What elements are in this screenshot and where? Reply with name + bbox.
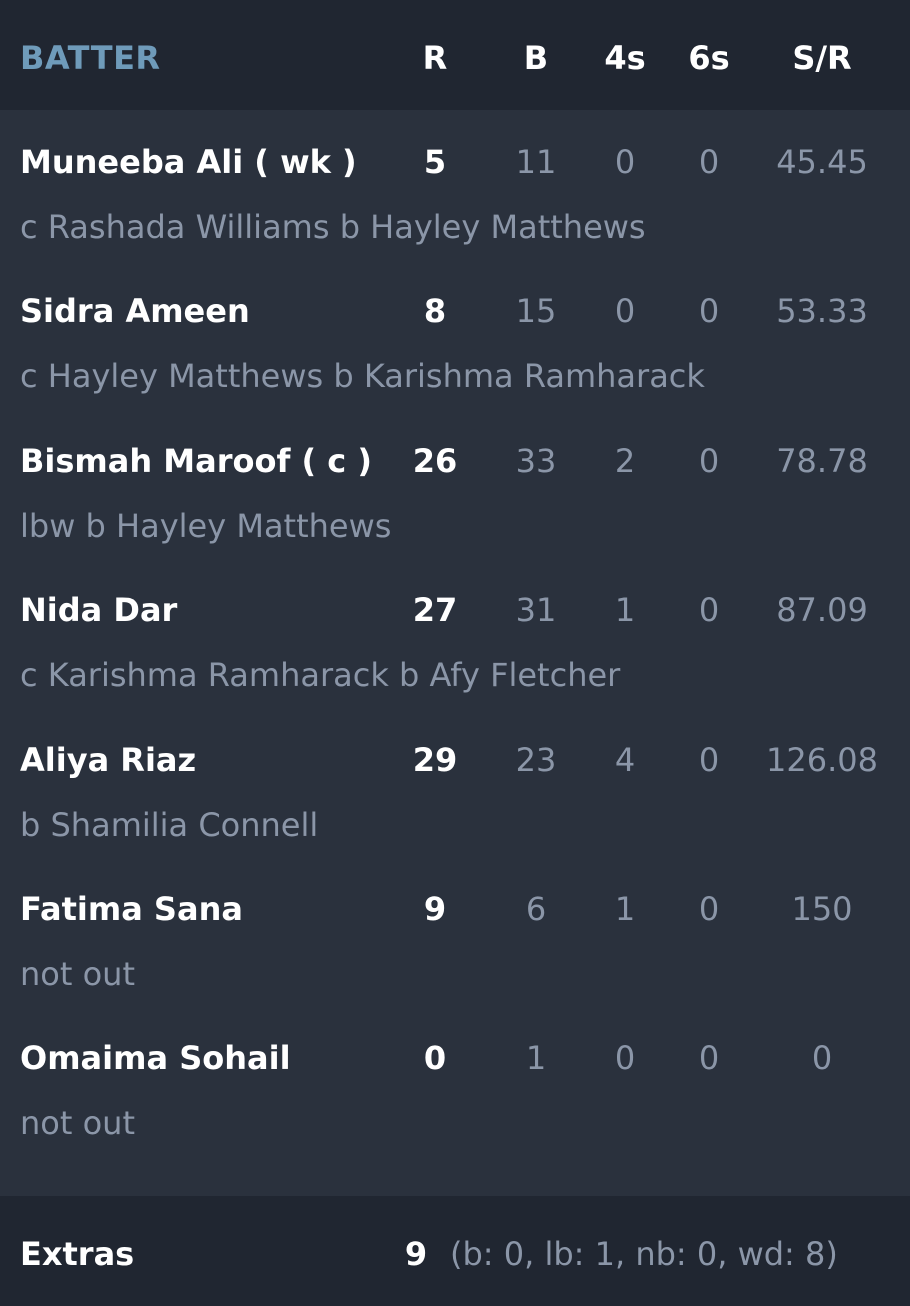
header-batter: BATTER (20, 39, 161, 77)
batter-name[interactable]: Sidra Ameen (20, 291, 250, 331)
batter-sixes: 0 (698, 890, 720, 928)
batter-row[interactable]: Omaima Sohail 0 1 0 0 0 not out (0, 1026, 910, 1176)
batter-fours: 1 (614, 591, 636, 629)
batter-runs: 8 (423, 292, 447, 330)
batter-runs: 9 (423, 890, 447, 928)
batter-name[interactable]: Muneeba Ali ( wk ) (20, 142, 357, 182)
batter-balls: 31 (515, 591, 557, 629)
batter-strike-rate: 0 (811, 1039, 833, 1077)
batter-fours: 2 (614, 442, 636, 480)
batter-dismissal: not out (20, 1104, 135, 1142)
batting-scorecard: BATTER R B 4s 6s S/R Muneeba Ali ( wk ) … (0, 0, 910, 1306)
batter-sixes: 0 (698, 1039, 720, 1077)
batter-balls: 23 (515, 741, 557, 779)
batter-fours: 1 (614, 890, 636, 928)
batter-fours: 0 (614, 143, 636, 181)
extras-row: Extras 9 (b: 0, lb: 1, nb: 0, wd: 8) (0, 1196, 910, 1306)
batter-name[interactable]: Nida Dar (20, 590, 177, 630)
batter-strike-rate: 78.78 (776, 442, 868, 480)
batter-row[interactable]: Muneeba Ali ( wk ) 5 11 0 0 45.45 c Rash… (0, 130, 910, 280)
batter-dismissal: c Hayley Matthews b Karishma Ramharack (20, 357, 705, 395)
batter-strike-rate: 53.33 (776, 292, 868, 330)
batter-balls: 11 (515, 143, 557, 181)
batter-runs: 27 (412, 591, 458, 629)
batter-strike-rate: 150 (791, 890, 853, 928)
batter-row[interactable]: Nida Dar 27 31 1 0 87.09 c Karishma Ramh… (0, 578, 910, 728)
batter-fours: 4 (614, 741, 636, 779)
batter-dismissal: c Karishma Ramharack b Afy Fletcher (20, 656, 621, 694)
batter-balls: 33 (515, 442, 557, 480)
batter-fours: 0 (614, 1039, 636, 1077)
batter-strike-rate: 126.08 (766, 741, 878, 779)
batter-dismissal: b Shamilia Connell (20, 806, 319, 844)
batter-name[interactable]: Fatima Sana (20, 889, 243, 929)
extras-label: Extras (20, 1235, 135, 1273)
batter-strike-rate: 45.45 (776, 143, 868, 181)
batter-runs: 5 (423, 143, 447, 181)
batter-dismissal: c Rashada Williams b Hayley Matthews (20, 208, 646, 246)
batter-balls: 15 (515, 292, 557, 330)
batter-sixes: 0 (698, 292, 720, 330)
batter-dismissal: lbw b Hayley Matthews (20, 507, 392, 545)
batter-runs: 26 (412, 442, 458, 480)
batter-row[interactable]: Aliya Riaz 29 23 4 0 126.08 b Shamilia C… (0, 728, 910, 878)
batter-row[interactable]: Fatima Sana 9 6 1 0 150 not out (0, 877, 910, 1027)
extras-breakdown: (b: 0, lb: 1, nb: 0, wd: 8) (450, 1235, 838, 1273)
batter-balls: 1 (525, 1039, 547, 1077)
batter-sixes: 0 (698, 143, 720, 181)
batter-name[interactable]: Bismah Maroof ( c ) (20, 441, 372, 481)
batter-strike-rate: 87.09 (776, 591, 868, 629)
batter-sixes: 0 (698, 591, 720, 629)
header-fours: 4s (604, 39, 646, 77)
batter-row[interactable]: Sidra Ameen 8 15 0 0 53.33 c Hayley Matt… (0, 279, 910, 429)
batter-fours: 0 (614, 292, 636, 330)
batter-runs: 29 (412, 741, 458, 779)
header-balls: B (523, 39, 549, 77)
scorecard-header: BATTER R B 4s 6s S/R (0, 0, 910, 110)
batter-dismissal: not out (20, 955, 135, 993)
header-runs: R (422, 39, 448, 77)
extras-total: 9 (404, 1235, 428, 1273)
batter-name[interactable]: Omaima Sohail (20, 1038, 291, 1078)
batter-name[interactable]: Aliya Riaz (20, 740, 196, 780)
batter-balls: 6 (525, 890, 547, 928)
header-strike-rate: S/R (792, 39, 852, 77)
batter-sixes: 0 (698, 741, 720, 779)
batter-sixes: 0 (698, 442, 720, 480)
batter-runs: 0 (423, 1039, 447, 1077)
header-sixes: 6s (688, 39, 730, 77)
batter-row[interactable]: Bismah Maroof ( c ) 26 33 2 0 78.78 lbw … (0, 429, 910, 579)
